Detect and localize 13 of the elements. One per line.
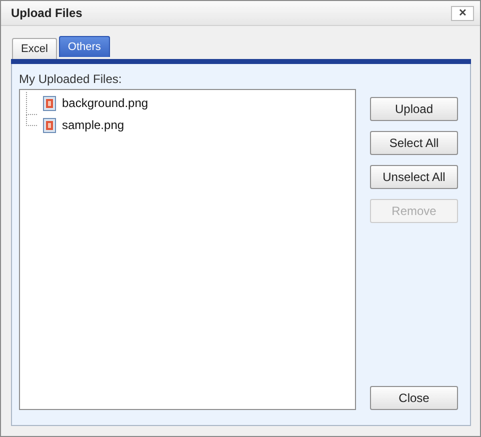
close-dialog-button[interactable]: Close xyxy=(370,386,458,410)
image-file-icon xyxy=(43,96,56,110)
window-title: Upload Files xyxy=(11,6,82,20)
file-item[interactable]: sample.png xyxy=(62,118,124,132)
list-label: My Uploaded Files: xyxy=(19,72,123,86)
tab[interactable]: Others xyxy=(58,36,110,57)
file-item[interactable]: background.png xyxy=(62,96,148,110)
close-button[interactable]: ✕ xyxy=(451,6,474,20)
action-button[interactable]: Upload xyxy=(370,97,458,121)
action-button[interactable]: Select All xyxy=(370,131,458,155)
action-button[interactable]: Unselect All xyxy=(370,165,458,189)
image-file-icon xyxy=(43,118,56,132)
tab[interactable]: Excel xyxy=(12,38,57,59)
